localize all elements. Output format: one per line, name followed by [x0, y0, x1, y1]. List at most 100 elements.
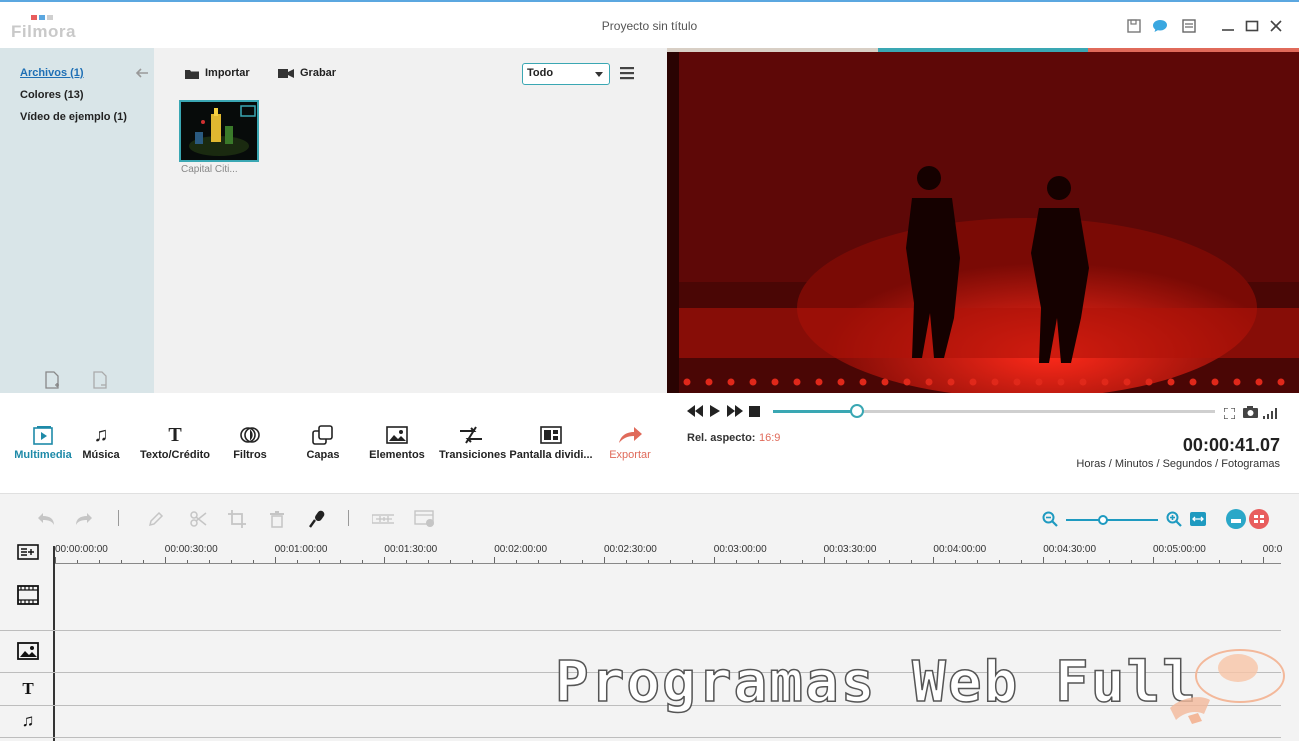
import-button[interactable]: Importar	[185, 67, 250, 79]
window-title: Proyecto sin título	[601, 19, 698, 33]
zoom-handle[interactable]	[1097, 515, 1108, 525]
filter-value: Todo	[527, 67, 554, 79]
audio-mix-icon[interactable]	[372, 508, 394, 530]
volume-level-icon[interactable]	[1263, 406, 1278, 424]
ruler-tick-mark	[647, 560, 649, 563]
snapshot-icon[interactable]	[1243, 405, 1258, 423]
ruler-tick-mark	[428, 560, 430, 563]
ruler-tick-mark	[120, 560, 122, 563]
maximize-icon[interactable]	[1242, 16, 1262, 36]
camera-icon	[278, 68, 294, 78]
tool-transitions[interactable]: Transiciones	[439, 423, 506, 461]
crop-icon[interactable]	[226, 508, 248, 530]
export-button[interactable]: Exportar	[604, 423, 656, 461]
import-label: Importar	[205, 67, 250, 79]
ruler-tick-mark	[252, 560, 254, 563]
seek-slider[interactable]	[773, 404, 1215, 418]
media-icon	[12, 423, 74, 447]
folder-icon	[185, 69, 199, 79]
watermark-logo-icon	[1170, 646, 1285, 731]
tool-elements[interactable]: Elementos	[368, 423, 426, 461]
transitions-icon	[439, 423, 503, 447]
text-icon: T	[168, 424, 182, 446]
ruler-tick-mark	[1065, 560, 1067, 563]
zoom-in-icon[interactable]	[1163, 508, 1185, 530]
title-bar: Filmora Proyecto sin título	[0, 0, 1299, 48]
ruler-tick-mark	[713, 557, 715, 563]
library-item-video-ejemplo[interactable]: Vídeo de ejemplo (1)	[20, 111, 127, 123]
ruler-tick-mark	[955, 560, 957, 563]
ruler-tick-mark	[55, 557, 56, 563]
fit-timeline-icon[interactable]	[1187, 508, 1209, 530]
media-clip-thumbnail[interactable]	[179, 100, 259, 162]
track-divider	[0, 737, 1281, 738]
logo-text: Filmora	[11, 22, 76, 41]
play-icon[interactable]	[709, 405, 721, 420]
collapse-arrow-icon[interactable]	[135, 66, 149, 84]
ruler-tick-mark	[977, 560, 979, 563]
ruler-tick-mark	[98, 560, 100, 563]
ruler-tick-mark	[208, 560, 210, 563]
aspect-ratio-value[interactable]: 16:9	[759, 432, 780, 444]
remove-folder-icon[interactable]	[92, 371, 108, 394]
edit-icon[interactable]	[145, 508, 167, 530]
ruler-tick-mark	[845, 560, 847, 563]
delete-icon[interactable]	[266, 508, 288, 530]
ruler-tick-mark	[76, 560, 78, 563]
seek-handle[interactable]	[849, 404, 864, 418]
ruler-tick-mark	[274, 557, 276, 563]
list-view-icon[interactable]	[620, 67, 634, 85]
time-ruler[interactable]: 00:00:00:00 00:00:30:00 00:01:00:00 00:01:3…	[55, 544, 1283, 564]
ruler-tick-label: 00:03:00:00	[713, 544, 767, 555]
save-icon[interactable]	[1124, 16, 1144, 36]
fast-forward-icon[interactable]	[727, 405, 743, 420]
render-preview-icon[interactable]	[1248, 508, 1270, 530]
library-item-archivos[interactable]: Archivos (1)	[20, 67, 84, 79]
add-track-icon[interactable]	[17, 544, 39, 565]
ruler-tick-mark	[1218, 560, 1220, 563]
rewind-icon[interactable]	[687, 405, 703, 420]
record-screen-icon[interactable]	[414, 508, 436, 530]
overlays-icon	[304, 423, 342, 447]
tool-multimedia-label: Multimedia	[14, 449, 72, 461]
tool-overlays[interactable]: Capas	[304, 423, 342, 461]
ruler-tick-mark	[1021, 560, 1023, 563]
tool-filters[interactable]: Filtros	[230, 423, 270, 461]
video-preview[interactable]	[667, 48, 1299, 393]
zoom-slider[interactable]	[1066, 515, 1158, 525]
ruler-tick-mark	[494, 557, 496, 563]
add-folder-icon[interactable]	[44, 371, 60, 394]
chat-icon[interactable]	[1150, 16, 1170, 36]
close-icon[interactable]	[1266, 16, 1286, 36]
ruler-tick-label: 00:0	[1262, 544, 1283, 555]
playhead[interactable]	[53, 546, 55, 741]
tool-music[interactable]: ♫ Música	[80, 423, 122, 461]
watermark-text: Programas Web Full	[554, 649, 1198, 716]
tool-overlays-label: Capas	[306, 449, 340, 461]
redo-icon[interactable]	[73, 508, 95, 530]
minimize-icon[interactable]	[1218, 16, 1238, 36]
ruler-tick-mark	[889, 560, 891, 563]
tool-text[interactable]: T Texto/Crédito	[138, 423, 212, 461]
stop-icon[interactable]	[749, 405, 760, 420]
undo-icon[interactable]	[35, 508, 57, 530]
ruler-tick-mark	[933, 557, 935, 563]
record-button[interactable]: Grabar	[278, 67, 336, 79]
ruler-tick-mark	[801, 560, 803, 563]
zoom-out-icon[interactable]	[1039, 508, 1061, 530]
ruler-tick-mark	[604, 557, 605, 563]
fullscreen-icon[interactable]	[1223, 406, 1236, 424]
filmora-logo: Filmora	[11, 12, 81, 44]
tool-multimedia[interactable]: Multimedia	[12, 423, 74, 461]
microphone-icon[interactable]	[306, 508, 328, 530]
library-item-colores[interactable]: Colores (13)	[20, 89, 84, 101]
menu-icon[interactable]	[1179, 16, 1199, 36]
split-clip-icon[interactable]	[187, 508, 209, 530]
snap-toggle-icon[interactable]	[1225, 508, 1247, 530]
tool-split-screen[interactable]: Pantalla dividi...	[509, 423, 593, 461]
filter-select[interactable]: Todo	[522, 63, 610, 85]
ruler-tick-mark	[230, 560, 232, 563]
ruler-tick-label: 00:00:30:00	[164, 544, 218, 555]
ruler-tick-mark	[911, 560, 913, 563]
ruler-tick-mark	[1174, 560, 1176, 563]
